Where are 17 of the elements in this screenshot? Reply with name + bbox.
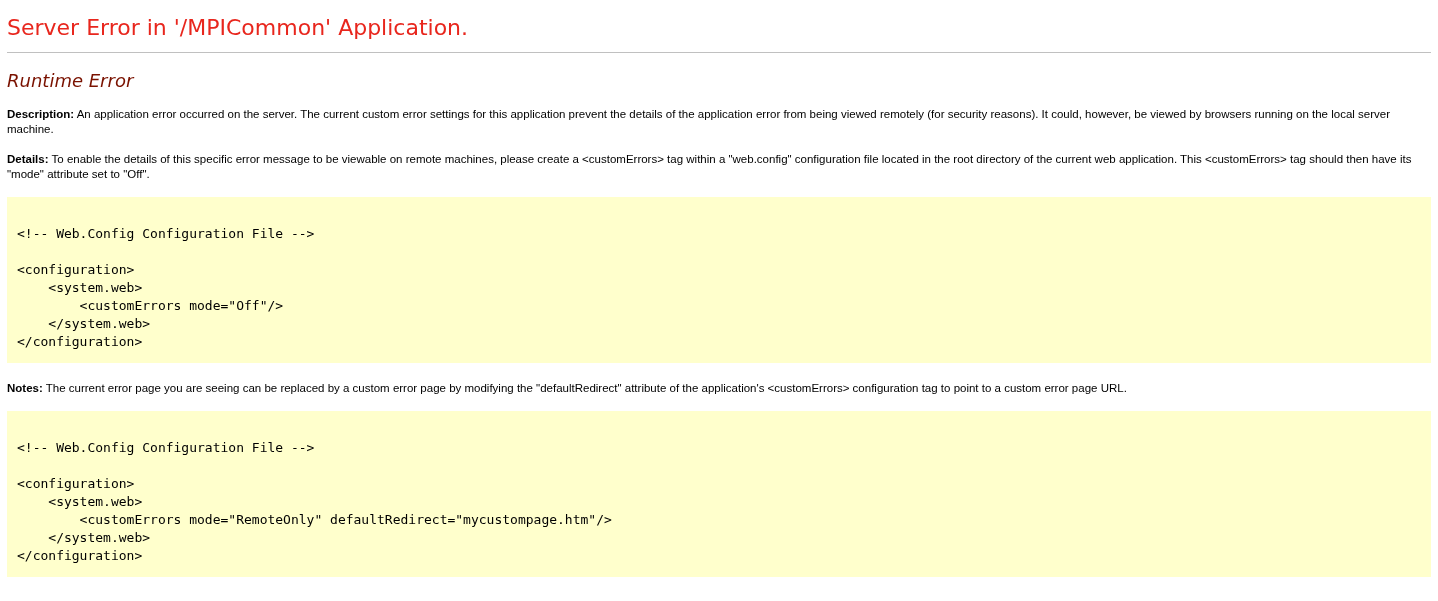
error-heading: Runtime Error bbox=[7, 69, 136, 93]
message-paragraph: Details: To enable the details of this specific error message to be viewable on remote machines, please create a <customErrors> tag within a "web.config" configuration file located in the root directory of the current web application. This <customErrors> tag should then have its "mode" attribute set to "Off". bbox=[7, 152, 1413, 182]
page-title: Server Error in '/MPICommon' Application. bbox=[7, 14, 470, 42]
code-line: <customErrors mode="Off"/> bbox=[78, 298, 284, 313]
code-line: </configuration> bbox=[17, 548, 143, 563]
code-line: <configuration> bbox=[17, 262, 135, 277]
code-line: <system.web> bbox=[47, 280, 143, 295]
code-line: </system.web> bbox=[47, 530, 151, 545]
code-line: <!-- Web.Config Configuration File --> bbox=[17, 440, 315, 455]
message-paragraph: Notes: The current error page you are seeing can be replaced by a custom error page by modifying the "defaultRedirect" attribute of the application's <customErrors> configuration tag to point to a custom error page URL. bbox=[7, 381, 1128, 396]
code-line: <!-- Web.Config Configuration File --> bbox=[17, 226, 315, 241]
code-line: </configuration> bbox=[17, 334, 143, 349]
code-line: </system.web> bbox=[47, 316, 151, 331]
message-paragraph: Description: An application error occurred on the server. The current custom error settings for this application prevent the details of the application error from being viewed remotely (for security reasons). It could, however, be viewed by browsers running on the local server machine. bbox=[7, 107, 1391, 137]
code-line: <system.web> bbox=[47, 494, 143, 509]
code-line: <configuration> bbox=[17, 476, 135, 491]
code-line: <customErrors mode="RemoteOnly" defaultRedirect="mycustompage.htm"/> bbox=[78, 512, 612, 527]
